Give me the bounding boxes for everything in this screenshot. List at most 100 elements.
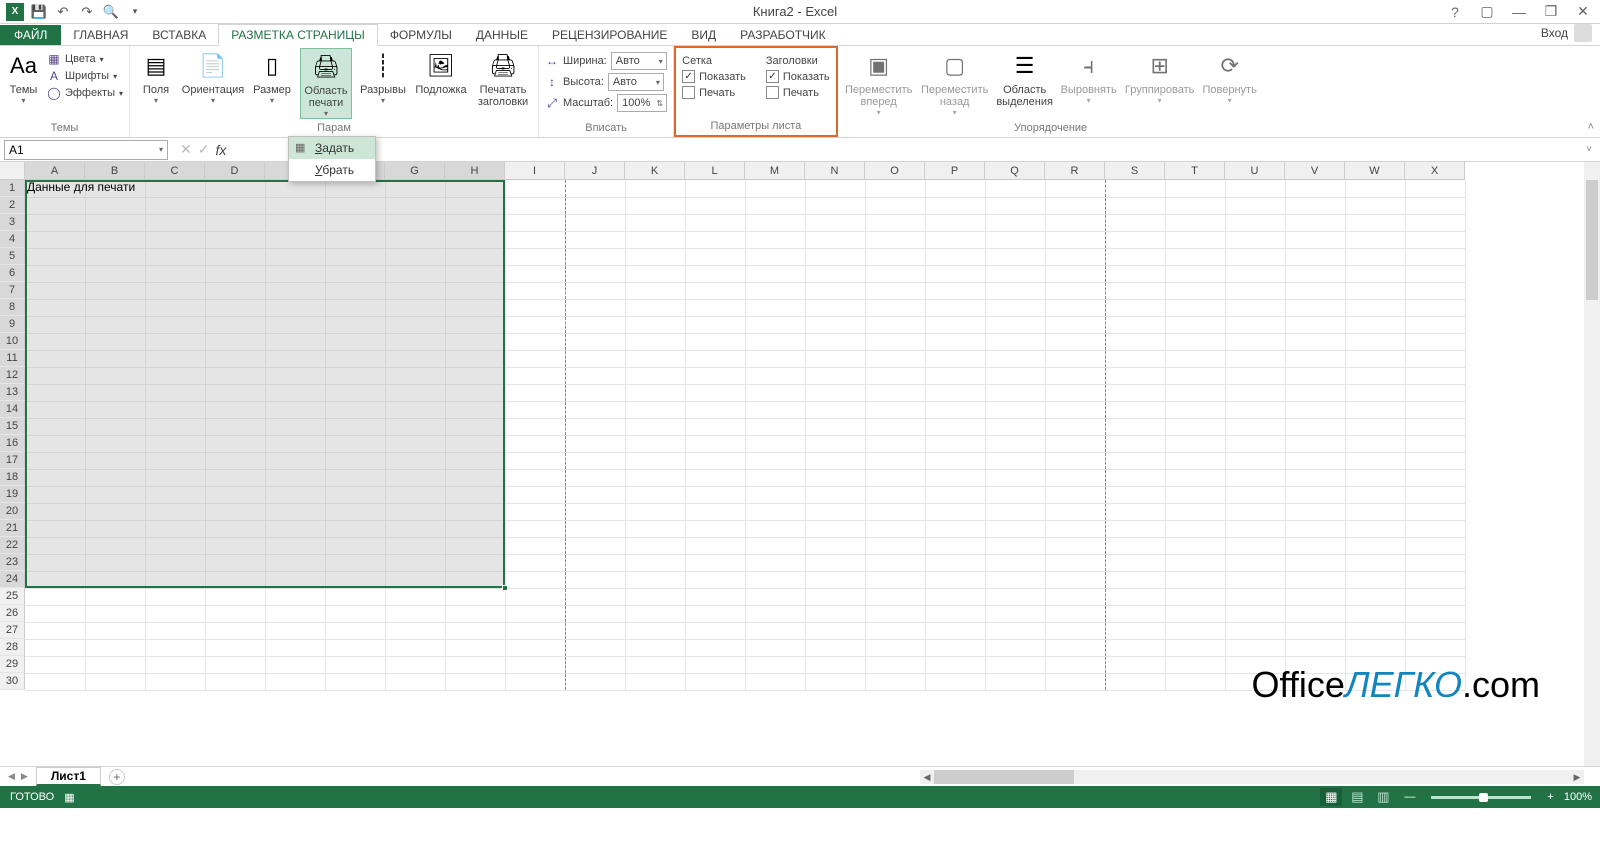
column-header[interactable]: R (1045, 162, 1105, 180)
minimize-icon[interactable]: — (1508, 4, 1530, 20)
view-normal-icon[interactable]: ▦ (1320, 788, 1342, 806)
row-header[interactable]: 29 (0, 656, 25, 673)
width-combo[interactable]: Авто▾ (611, 52, 667, 70)
bring-forward-button[interactable]: ▣ Переместить вперед ▾ (844, 48, 914, 117)
sheet-prev-icon[interactable]: ◀ (8, 771, 15, 782)
tab-formulas[interactable]: ФОРМУЛЫ (378, 25, 464, 45)
name-box[interactable]: A1 ▾ (4, 140, 168, 160)
row-header[interactable]: 28 (0, 639, 25, 656)
scroll-left-icon[interactable]: ◀ (920, 772, 934, 783)
row-header[interactable]: 4 (0, 231, 25, 248)
row-header[interactable]: 21 (0, 520, 25, 537)
row-header[interactable]: 8 (0, 299, 25, 316)
vertical-scrollbar[interactable] (1584, 162, 1600, 766)
themes-button[interactable]: Aa Темы ▾ (6, 48, 41, 105)
margins-button[interactable]: ▤ Поля ▾ (136, 48, 176, 105)
redo-icon[interactable]: ↷ (76, 1, 98, 23)
scale-spinner[interactable]: 100%⇅ (617, 94, 667, 112)
selection-pane-button[interactable]: ☰ Область выделения (996, 48, 1054, 108)
column-header[interactable]: U (1225, 162, 1285, 180)
row-header[interactable]: 30 (0, 673, 25, 690)
print-area-button[interactable]: 🖨 Область печати ▾ (300, 48, 352, 119)
add-sheet-button[interactable]: + (109, 769, 125, 785)
column-header[interactable]: S (1105, 162, 1165, 180)
row-header[interactable]: 7 (0, 282, 25, 299)
zoom-in-icon[interactable]: + (1541, 791, 1559, 803)
row-header[interactable]: 17 (0, 452, 25, 469)
zoom-thumb[interactable] (1479, 793, 1488, 802)
column-header[interactable]: K (625, 162, 685, 180)
expand-formula-bar-icon[interactable]: ˅ (1578, 144, 1600, 155)
align-button[interactable]: ⫞ Выровнять ▾ (1060, 48, 1118, 105)
accept-icon[interactable]: ✓ (198, 141, 210, 158)
view-page-break-icon[interactable]: ▥ (1372, 788, 1394, 806)
row-header[interactable]: 11 (0, 350, 25, 367)
formula-text[interactable]: xxxxxxxxxxдля печати (234, 143, 1578, 157)
ribbon-options-icon[interactable]: ▢ (1476, 3, 1498, 20)
row-header[interactable]: 19 (0, 486, 25, 503)
fill-handle[interactable] (502, 585, 508, 591)
tab-insert[interactable]: ВСТАВКА (140, 25, 218, 45)
scrollbar-thumb[interactable] (1586, 180, 1598, 300)
row-header[interactable]: 20 (0, 503, 25, 520)
row-header[interactable]: 12 (0, 367, 25, 384)
row-header[interactable]: 2 (0, 197, 25, 214)
send-backward-button[interactable]: ▢ Переместить назад ▾ (920, 48, 990, 117)
row-header[interactable]: 1 (0, 180, 25, 197)
maximize-icon[interactable]: ❐ (1540, 3, 1562, 20)
column-header[interactable]: N (805, 162, 865, 180)
column-header[interactable]: D (205, 162, 265, 180)
macro-icon[interactable]: ▦ (64, 791, 74, 804)
tab-file[interactable]: ФАЙЛ (0, 25, 61, 45)
colors-button[interactable]: ▦Цвета▾ (47, 52, 123, 66)
close-icon[interactable]: ✕ (1572, 3, 1594, 20)
horizontal-scrollbar[interactable]: ◀ ▶ (920, 770, 1584, 784)
row-header[interactable]: 3 (0, 214, 25, 231)
row-header[interactable]: 6 (0, 265, 25, 282)
row-header[interactable]: 16 (0, 435, 25, 452)
cancel-icon[interactable]: ✕ (180, 141, 192, 158)
sheet-tab-active[interactable]: Лист1 (36, 767, 101, 786)
tab-developer[interactable]: РАЗРАБОТЧИК (728, 25, 838, 45)
row-header[interactable]: 26 (0, 605, 25, 622)
column-header[interactable]: H (445, 162, 505, 180)
sheet-next-icon[interactable]: ▶ (21, 771, 28, 782)
scroll-right-icon[interactable]: ▶ (1570, 772, 1584, 783)
tab-review[interactable]: РЕЦЕНЗИРОВАНИЕ (540, 25, 679, 45)
row-header[interactable]: 5 (0, 248, 25, 265)
row-header[interactable]: 22 (0, 537, 25, 554)
group-button[interactable]: ⊞ Группировать ▾ (1124, 48, 1196, 105)
row-header[interactable]: 25 (0, 588, 25, 605)
height-combo[interactable]: Авто▾ (608, 73, 664, 91)
row-header[interactable]: 10 (0, 333, 25, 350)
fx-icon[interactable]: fx (215, 142, 226, 158)
size-button[interactable]: ▯ Размер ▾ (250, 48, 294, 105)
column-header[interactable]: J (565, 162, 625, 180)
collapse-ribbon-icon[interactable]: ˄ (1588, 121, 1594, 133)
tab-view[interactable]: ВИД (679, 25, 728, 45)
preview-icon[interactable]: 🔍 (100, 1, 122, 23)
zoom-out-icon[interactable]: — (1398, 791, 1421, 803)
tab-page-layout[interactable]: РАЗМЕТКА СТРАНИЦЫ (218, 24, 378, 46)
zoom-slider[interactable] (1431, 796, 1531, 799)
tab-data[interactable]: ДАННЫЕ (464, 25, 540, 45)
column-header[interactable]: I (505, 162, 565, 180)
head-print-checkbox[interactable]: Печать (766, 86, 830, 99)
fonts-button[interactable]: AШрифты▾ (47, 69, 123, 83)
view-page-layout-icon[interactable]: ▤ (1346, 788, 1368, 806)
select-all-corner[interactable] (0, 162, 25, 180)
column-header[interactable]: X (1405, 162, 1465, 180)
help-icon[interactable]: ? (1444, 4, 1466, 20)
row-header[interactable]: 18 (0, 469, 25, 486)
grid-show-checkbox[interactable]: ✓Показать (682, 70, 746, 83)
row-header[interactable]: 14 (0, 401, 25, 418)
row-header[interactable]: 15 (0, 418, 25, 435)
rotate-button[interactable]: ⟳ Повернуть ▾ (1202, 48, 1258, 105)
hscroll-thumb[interactable] (934, 770, 1074, 784)
column-header[interactable]: V (1285, 162, 1345, 180)
effects-button[interactable]: ◯Эффекты▾ (47, 86, 123, 100)
row-header[interactable]: 13 (0, 384, 25, 401)
grid-print-checkbox[interactable]: Печать (682, 86, 746, 99)
head-show-checkbox[interactable]: ✓Показать (766, 70, 830, 83)
breaks-button[interactable]: ┊ Разрывы ▾ (358, 48, 408, 105)
